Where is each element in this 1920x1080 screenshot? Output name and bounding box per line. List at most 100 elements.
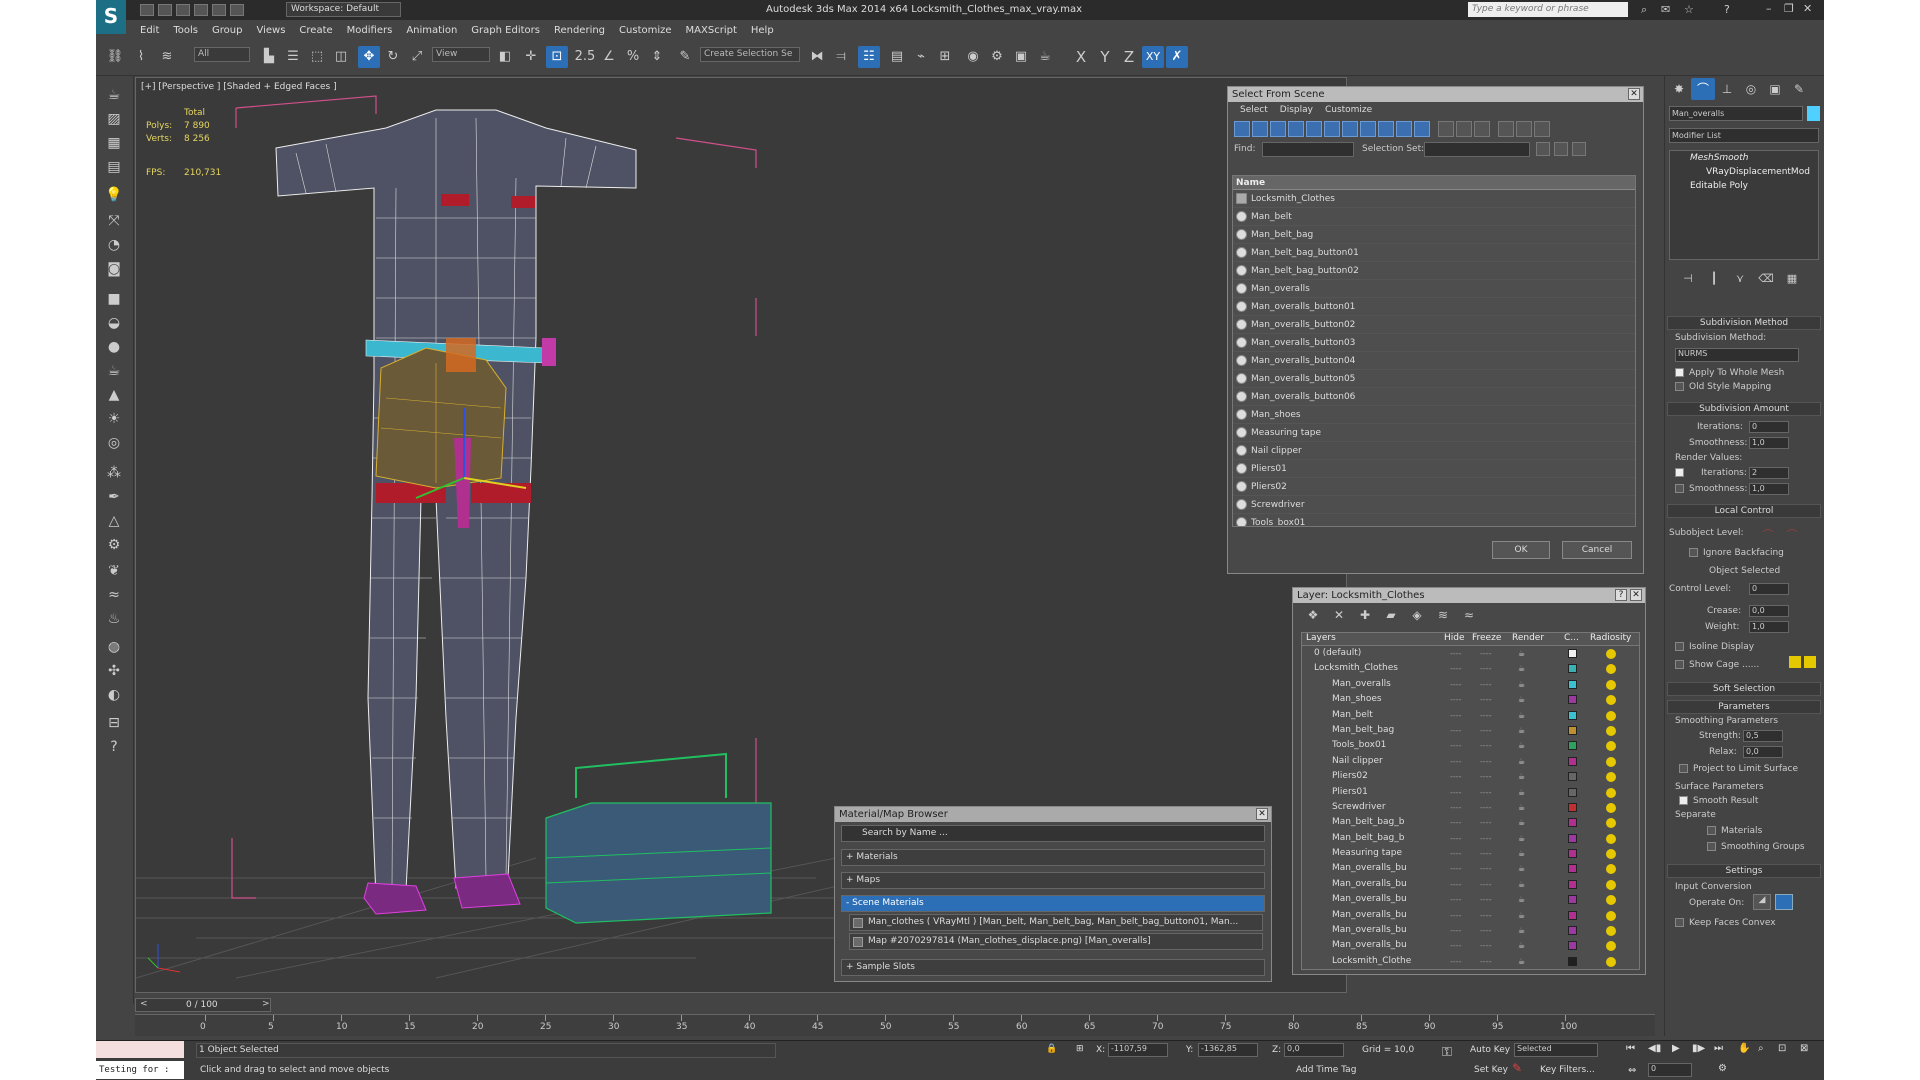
render-teapot-icon[interactable]: ☕ — [1518, 661, 1525, 676]
mirror-icon[interactable]: ⧓ — [806, 46, 828, 68]
render-teapot-icon[interactable]: ☕ — [1518, 815, 1525, 830]
render-smoothness-checkbox[interactable] — [1675, 484, 1684, 493]
separate-materials-checkbox[interactable] — [1707, 826, 1716, 835]
freeze-toggle[interactable]: ---- — [1480, 646, 1492, 661]
layer-color-swatch[interactable] — [1568, 879, 1577, 889]
utilities-tab-icon[interactable]: ✎ — [1787, 78, 1811, 100]
layer-color-swatch[interactable] — [1568, 895, 1577, 905]
freeze-toggle[interactable]: ---- — [1480, 815, 1492, 830]
light-bulb-icon[interactable]: 💡 — [103, 184, 125, 206]
list-item[interactable]: Nail clipper — [1233, 442, 1635, 460]
render-smoothness-spinner[interactable]: 1,0 — [1749, 483, 1789, 495]
keep-faces-convex-checkbox[interactable] — [1675, 918, 1684, 927]
sun-icon[interactable]: ☀ — [103, 408, 125, 430]
hide-toggle[interactable]: ---- — [1450, 769, 1462, 784]
ok-button[interactable]: OK — [1492, 541, 1550, 559]
freeze-toggle[interactable]: ---- — [1480, 846, 1492, 861]
sort-icon[interactable] — [1534, 121, 1550, 137]
list-item[interactable]: Man_belt_bag_button01 — [1233, 244, 1635, 262]
render-teapot-icon[interactable]: ☕ — [1518, 738, 1525, 753]
layer-row[interactable]: Man_overalls_bu ---- ---- ☕ — [1302, 892, 1639, 907]
hide-toggle[interactable]: ---- — [1450, 723, 1462, 738]
list-item[interactable]: Man_belt_bag_button02 — [1233, 262, 1635, 280]
filter-spacewarps-icon[interactable] — [1324, 121, 1340, 137]
radiosity-bulb-icon[interactable] — [1606, 956, 1616, 967]
axis-constraint-cycle-icon[interactable]: ✗ — [1166, 46, 1188, 68]
eye-icon[interactable]: ◐ — [103, 684, 125, 706]
hide-toggle[interactable]: ---- — [1450, 877, 1462, 892]
freeze-toggle[interactable]: ---- — [1480, 892, 1492, 907]
redo-icon[interactable] — [212, 4, 226, 16]
menu-help[interactable]: Help — [751, 25, 774, 36]
sphere-icon[interactable]: ● — [103, 336, 125, 358]
motion-tab-icon[interactable]: ◎ — [1739, 78, 1763, 100]
select-layer-objects-icon[interactable]: ▰ — [1381, 605, 1401, 625]
help-button[interactable]: ? — [1615, 589, 1627, 601]
layer-color-swatch[interactable] — [1568, 849, 1577, 859]
layer-color-swatch[interactable] — [1568, 741, 1577, 751]
y-coord-field[interactable]: -1362,85 — [1198, 1043, 1258, 1057]
ignore-backfacing-checkbox[interactable] — [1689, 548, 1698, 557]
freeze-toggle[interactable]: ---- — [1480, 723, 1492, 738]
rollout-subdivision-amount[interactable]: Subdivision Amount — [1667, 402, 1821, 416]
unlink-icon[interactable]: ⌇ — [130, 46, 152, 68]
radiosity-bulb-icon[interactable] — [1606, 725, 1616, 736]
absolute-mode-icon[interactable]: ⊞ — [1076, 1044, 1084, 1054]
radiosity-bulb-icon[interactable] — [1606, 787, 1616, 798]
menu-modifiers[interactable]: Modifiers — [347, 25, 393, 36]
display-tab-icon[interactable]: ▣ — [1763, 78, 1787, 100]
spinner-snap-icon[interactable]: ⇕ — [646, 46, 668, 68]
select-none-icon[interactable] — [1456, 121, 1472, 137]
project-limit-checkbox[interactable] — [1679, 764, 1688, 773]
list-item[interactable]: Man_overalls — [1233, 280, 1635, 298]
edit-named-selection-icon[interactable]: ✎ — [674, 46, 696, 68]
hide-toggle[interactable]: ---- — [1450, 815, 1462, 830]
goto-end-icon[interactable]: ⏭ — [1714, 1043, 1723, 1054]
layer-row[interactable]: Tools_box01 ---- ---- ☕ — [1302, 738, 1639, 753]
radiosity-bulb-icon[interactable] — [1606, 741, 1616, 752]
cage-color-swatch-1[interactable] — [1789, 656, 1801, 668]
radiosity-bulb-icon[interactable] — [1606, 710, 1616, 721]
layer-color-swatch[interactable] — [1568, 695, 1577, 705]
layer-row[interactable]: Locksmith_Clothe ---- ---- ☕ — [1302, 954, 1639, 969]
isoline-display-checkbox[interactable] — [1675, 642, 1684, 651]
render-teapot-icon[interactable]: ☕ — [1518, 892, 1525, 907]
filter-cameras-icon[interactable] — [1288, 121, 1304, 137]
radiosity-bulb-icon[interactable] — [1606, 833, 1616, 844]
select-and-scale-icon[interactable]: ⤢ — [406, 46, 428, 68]
stack-item-editable-poly[interactable]: Editable Poly — [1690, 181, 1748, 191]
layer-row[interactable]: Pliers01 ---- ---- ☕ — [1302, 785, 1639, 800]
highlight-layer-icon[interactable]: ◈ — [1407, 605, 1427, 625]
graphite-ribbon-icon[interactable]: ▤ — [886, 46, 908, 68]
operate-on-polygons-icon[interactable] — [1775, 894, 1793, 910]
strength-spinner[interactable]: 0,5 — [1743, 730, 1783, 742]
render-teapot-icon[interactable]: ☕ — [1518, 754, 1525, 769]
list-item[interactable]: Man_belt_bag — [1233, 226, 1635, 244]
list-item[interactable]: Man_overalls_button04 — [1233, 352, 1635, 370]
add-to-set-icon[interactable] — [1554, 142, 1568, 156]
menu-maxscript[interactable]: MAXScript — [686, 25, 737, 36]
axis-xy-button[interactable]: XY — [1142, 46, 1164, 68]
layer-row[interactable]: Measuring tape ---- ---- ☕ — [1302, 846, 1639, 861]
radiosity-bulb-icon[interactable] — [1606, 941, 1616, 952]
freeze-toggle[interactable]: ---- — [1480, 861, 1492, 876]
layer-row[interactable]: 0 (default) ---- ---- ☕ — [1302, 646, 1639, 661]
render-teapot-icon[interactable]: ☕ — [1518, 846, 1525, 861]
list-item[interactable]: Pliers02 — [1233, 478, 1635, 496]
time-slider[interactable]: < 0 / 100 > — [135, 998, 271, 1012]
gear-icon[interactable]: ⚙ — [103, 534, 125, 556]
layer-row[interactable]: Man_belt ---- ---- ☕ — [1302, 708, 1639, 723]
layer-color-swatch[interactable] — [1568, 772, 1577, 782]
list-item[interactable]: Man_belt — [1233, 208, 1635, 226]
percent-snap-icon[interactable]: % — [622, 46, 644, 68]
col-layers[interactable]: Layers — [1306, 633, 1336, 643]
radiosity-bulb-icon[interactable] — [1606, 649, 1616, 659]
selection-lock-icon[interactable]: 🔒 — [1046, 1044, 1057, 1054]
layer-row[interactable]: Man_overalls_bu ---- ---- ☕ — [1302, 861, 1639, 876]
material-search-input[interactable]: Search by Name ... — [841, 825, 1265, 842]
subdiv-method-dropdown[interactable]: NURMS — [1675, 348, 1799, 362]
freeze-all-icon[interactable]: ≈ — [1459, 605, 1479, 625]
freeze-toggle[interactable]: ---- — [1480, 785, 1492, 800]
subobject-vertex-icon[interactable]: ⌒ — [1763, 526, 1773, 541]
dome-icon[interactable]: ◒ — [103, 312, 125, 334]
